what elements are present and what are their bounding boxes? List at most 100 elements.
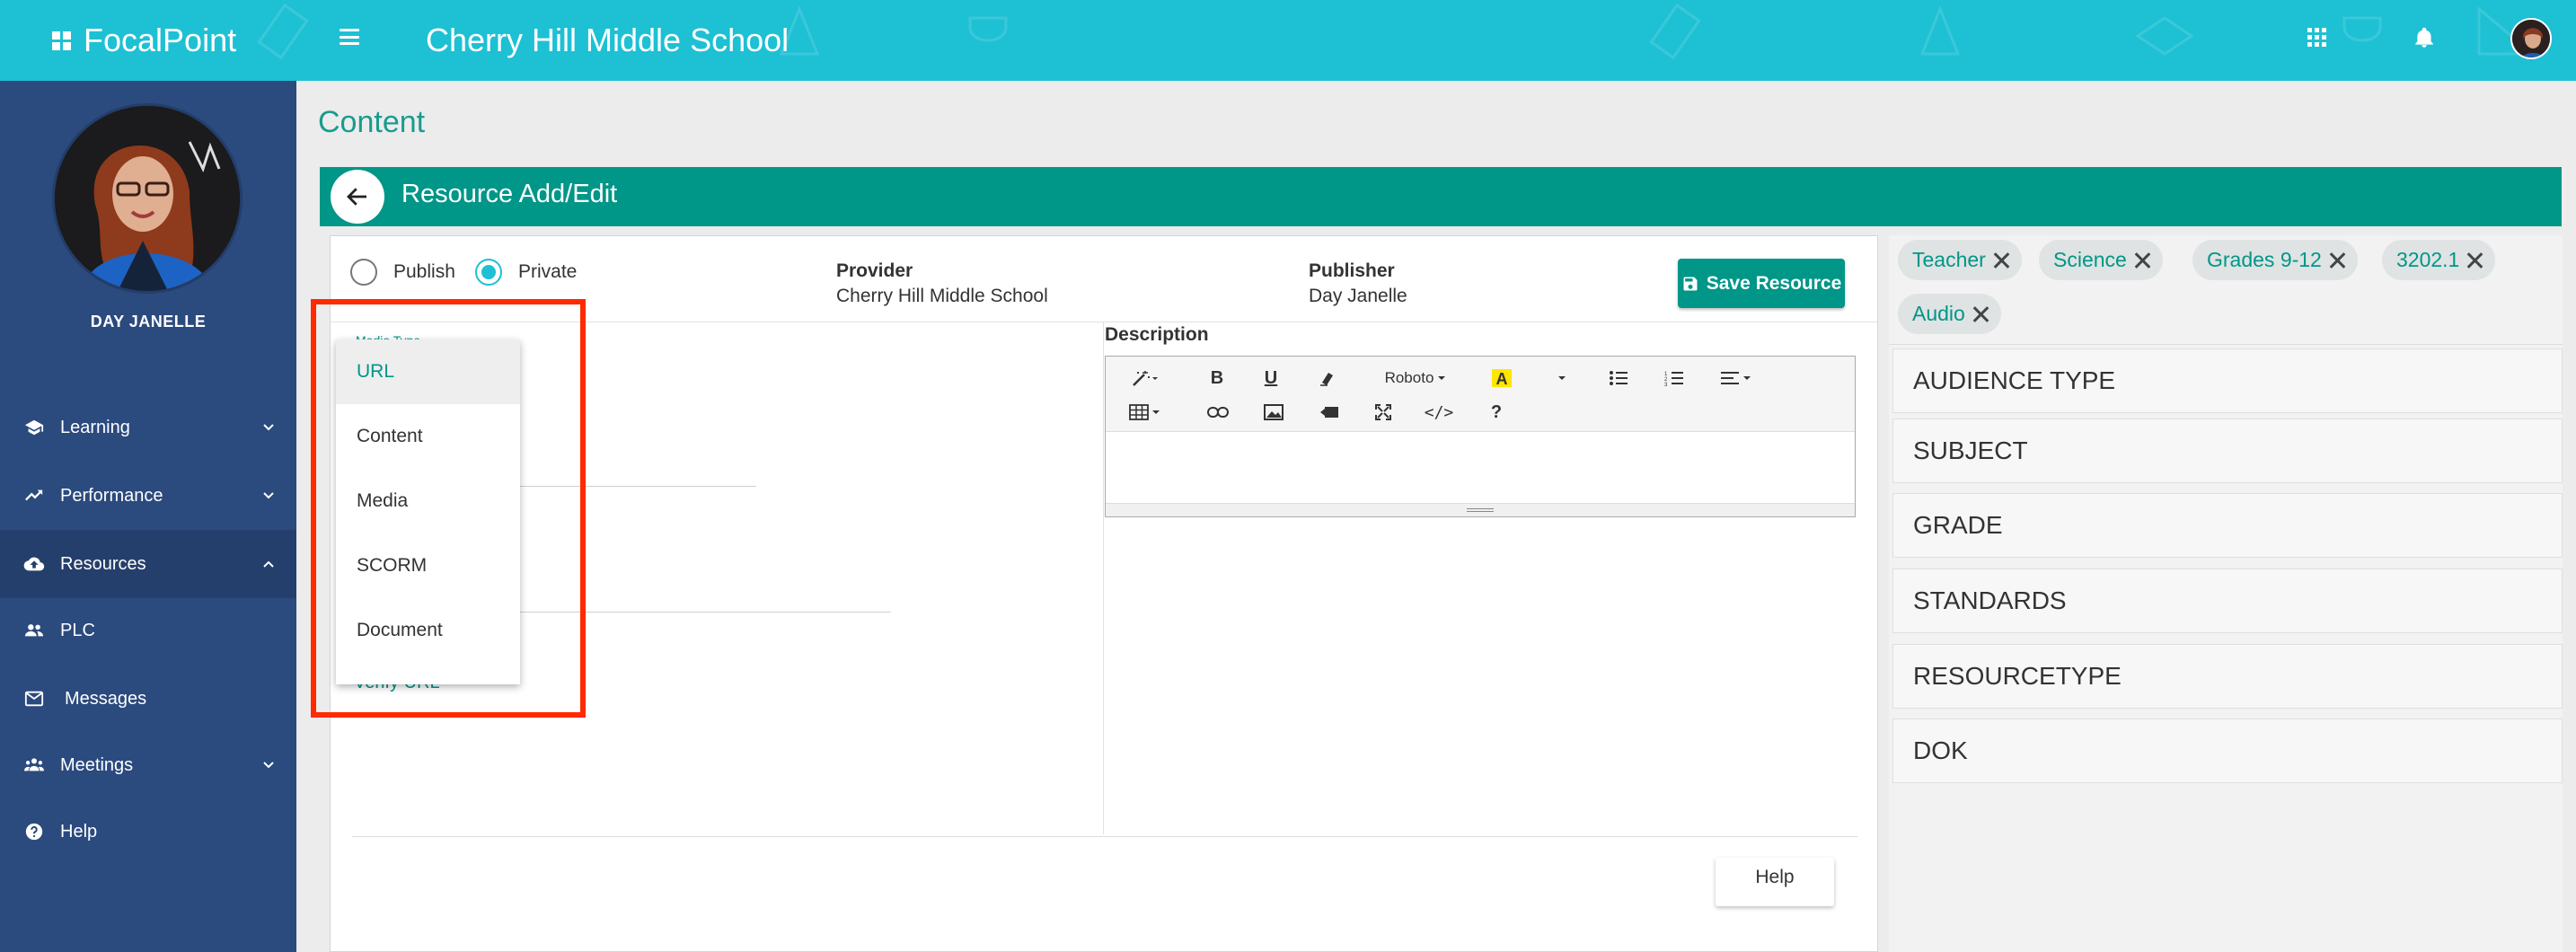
help-circle-icon (25, 823, 43, 841)
chevron-up-icon (263, 560, 274, 568)
selected-tags: Teacher Science Grades 9-12 3202.1 Audio (1889, 235, 2563, 345)
media-option-document[interactable]: Document (336, 598, 520, 663)
apps-grid-icon[interactable] (2307, 28, 2326, 47)
description-text-area[interactable] (1106, 433, 1855, 503)
profile-photo (52, 103, 243, 294)
provider-label: Provider (836, 260, 913, 281)
floppy-disk-icon (1683, 277, 1698, 290)
save-resource-label: Save Resource (1706, 272, 1842, 294)
facet-dok[interactable]: DOK (1892, 718, 2563, 783)
facet-grade[interactable]: GRADE (1892, 493, 2563, 558)
divider (352, 836, 1857, 837)
media-option-url[interactable]: URL (336, 339, 520, 404)
resource-form: Publish Private Provider Cherry Hill Mid… (330, 235, 1878, 952)
sidebar-item-resources[interactable]: Resources (0, 530, 296, 598)
help-button[interactable]: Help (1716, 858, 1834, 906)
magic-wand-icon[interactable] (1125, 366, 1165, 391)
facet-standards[interactable]: STANDARDS (1892, 569, 2563, 633)
editor-resize-handle[interactable] (1106, 503, 1855, 516)
media-option-content[interactable]: Content (336, 404, 520, 469)
tag-chip[interactable]: Audio (1898, 294, 2001, 334)
eraser-icon[interactable] (1314, 366, 1339, 391)
media-type-dropdown: URL Content Media SCORM Document (336, 339, 520, 684)
private-radio[interactable]: Private (475, 259, 577, 286)
code-view-icon[interactable]: </> (1424, 400, 1454, 425)
publish-radio[interactable]: Publish (350, 259, 455, 286)
highlight-color-icon[interactable]: A (1486, 366, 1517, 391)
tag-panel: Teacher Science Grades 9-12 3202.1 Audio… (1889, 235, 2563, 952)
sidebar-item-label: Meetings (60, 754, 134, 775)
sidebar-item-label: Learning (60, 417, 130, 437)
arrow-left-icon (347, 188, 366, 206)
group-icon (24, 758, 44, 771)
publisher-value: Day Janelle (1309, 286, 1407, 306)
svg-text:A: A (1496, 370, 1508, 388)
media-option-media[interactable]: Media (336, 469, 520, 533)
bullet-list-icon[interactable] (1605, 366, 1632, 391)
graduation-cap-icon (24, 419, 44, 436)
svg-text:3: 3 (1664, 383, 1668, 386)
facet-audience-type[interactable]: AUDIENCE TYPE (1892, 348, 2563, 413)
image-icon[interactable] (1260, 400, 1287, 425)
mail-icon (24, 691, 44, 707)
brand[interactable]: FocalPoint (52, 18, 236, 63)
font-family-value: Roboto (1384, 369, 1434, 386)
tag-label: Audio (1912, 302, 1965, 325)
facet-subject[interactable]: SUBJECT (1892, 419, 2563, 483)
tag-chip[interactable]: Grades 9-12 (2192, 240, 2358, 280)
sidebar-item-messages[interactable]: Messages (0, 665, 296, 733)
numbered-list-icon[interactable]: 123 (1661, 366, 1688, 391)
table-icon[interactable] (1125, 400, 1165, 425)
background-pattern (257, 3, 2537, 60)
sidebar-item-label: PLC (60, 620, 95, 640)
user-avatar[interactable] (2510, 18, 2552, 59)
color-caret-icon[interactable] (1553, 366, 1571, 391)
page-title: Content (318, 105, 426, 139)
align-icon[interactable] (1716, 366, 1756, 391)
chevron-down-icon (263, 424, 274, 431)
close-icon[interactable] (1991, 251, 2011, 270)
facet-resourcetype[interactable]: RESOURCETYPE (1892, 644, 2563, 709)
save-resource-button[interactable]: Save Resource (1678, 259, 1845, 308)
close-icon[interactable] (1971, 304, 1990, 324)
sidebar-item-help[interactable]: Help (0, 798, 296, 866)
school-name: Cherry Hill Middle School (426, 22, 790, 58)
tag-label: Grades 9-12 (2207, 248, 2322, 271)
sidebar-item-plc[interactable]: PLC (0, 596, 296, 665)
sidebar: DAY JANELLE Learning Performance Resourc… (0, 81, 296, 952)
description-label: Description (1105, 324, 1209, 345)
divider (1103, 322, 1104, 834)
bell-icon[interactable] (2413, 25, 2436, 50)
tag-label: Science (2053, 248, 2127, 271)
fullscreen-icon[interactable] (1370, 400, 1397, 425)
bold-icon[interactable]: B (1204, 366, 1230, 391)
tag-chip[interactable]: Science (2039, 240, 2163, 280)
people-icon (24, 624, 44, 637)
publisher-info: Publisher Day Janelle (1309, 259, 1407, 309)
font-family-dropdown[interactable]: Roboto (1375, 366, 1456, 391)
close-icon[interactable] (2327, 251, 2347, 270)
panel-header: Resource Add/Edit (320, 167, 2562, 226)
editor-toolbar: B U Roboto A 123 </> ? (1106, 357, 1855, 432)
menu-icon[interactable] (340, 29, 359, 45)
close-icon[interactable] (2132, 251, 2152, 270)
brand-name: FocalPoint (84, 22, 237, 58)
media-option-scorm[interactable]: SCORM (336, 533, 520, 598)
sidebar-item-performance[interactable]: Performance (0, 462, 296, 530)
back-button[interactable] (331, 170, 384, 224)
help-question-icon[interactable]: ? (1483, 400, 1510, 425)
tag-label: 3202.1 (2396, 248, 2460, 271)
sidebar-item-learning[interactable]: Learning (0, 393, 296, 462)
cloud-upload-icon (23, 557, 45, 571)
panel-title: Resource Add/Edit (401, 180, 618, 208)
chevron-down-icon (263, 762, 274, 769)
profile-name: DAY JANELLE (90, 313, 207, 331)
video-icon[interactable] (1316, 400, 1343, 425)
tag-chip[interactable]: Teacher (1898, 240, 2022, 280)
sidebar-item-meetings[interactable]: Meetings (0, 731, 296, 799)
link-icon[interactable] (1204, 400, 1231, 425)
tag-chip[interactable]: 3202.1 (2382, 240, 2496, 280)
underline-icon[interactable]: U (1258, 366, 1284, 391)
sidebar-item-label: Messages (65, 688, 147, 709)
close-icon[interactable] (2465, 251, 2484, 270)
